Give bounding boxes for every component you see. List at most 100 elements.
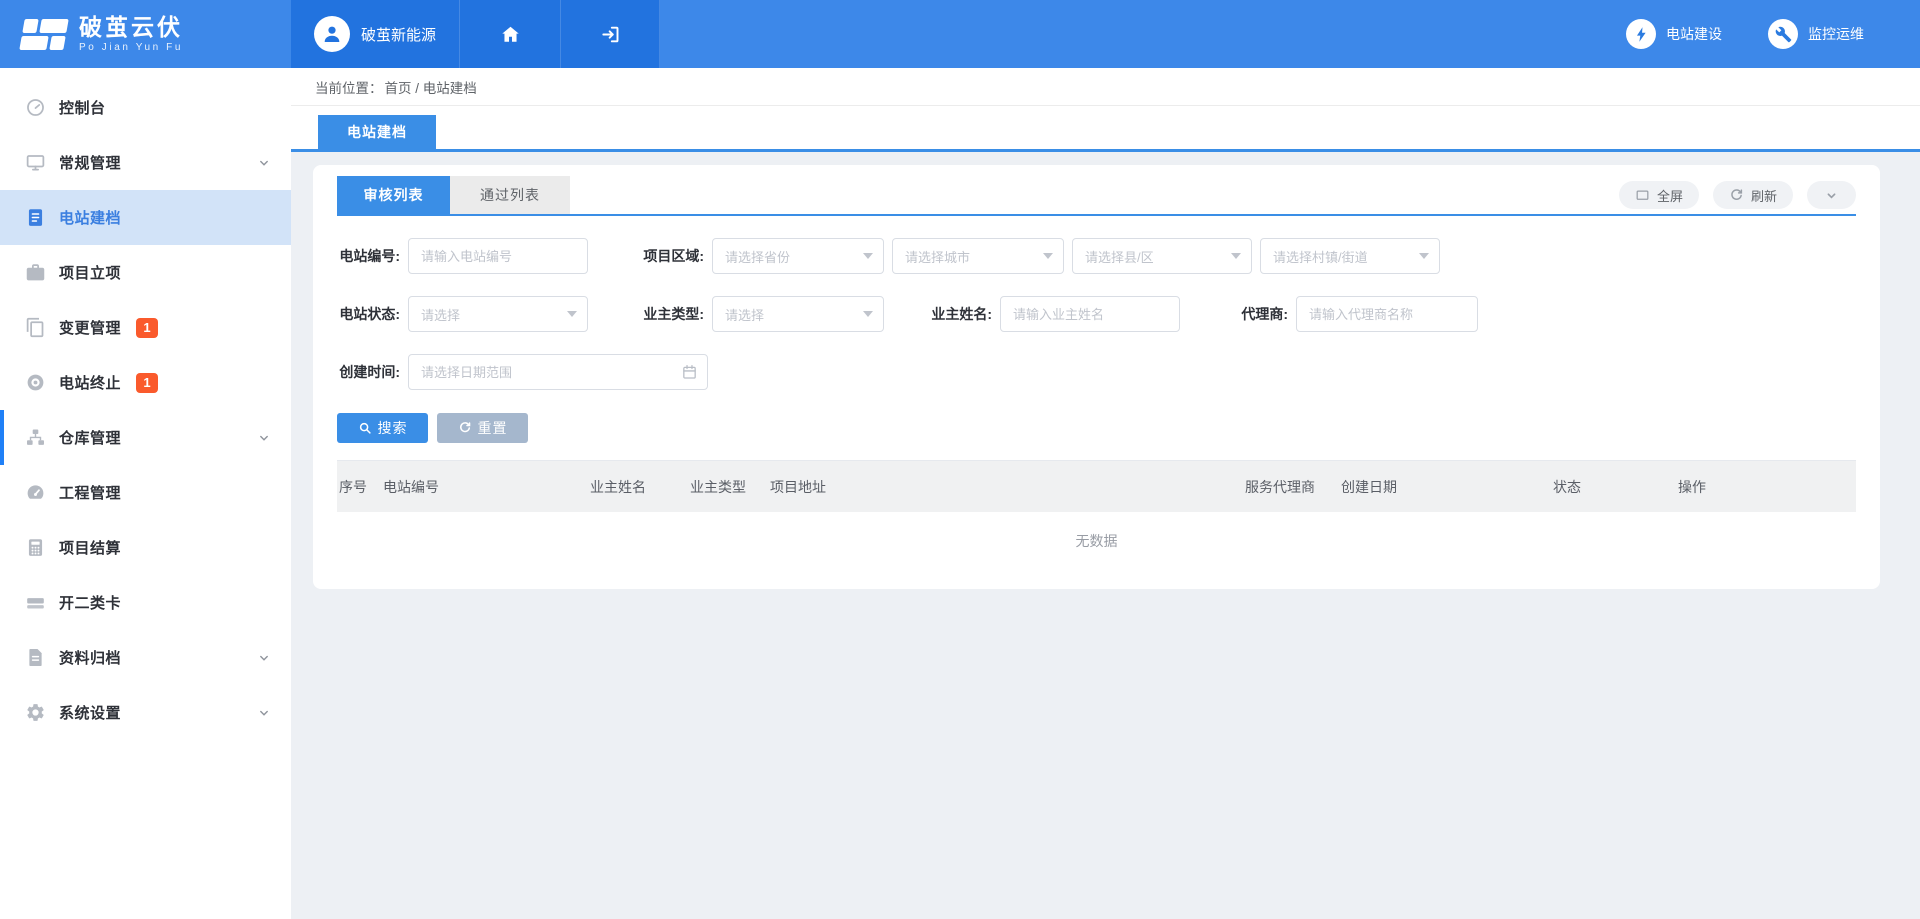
- province-select[interactable]: 请选择省份: [712, 238, 884, 274]
- fullscreen-button[interactable]: 全屏: [1619, 181, 1699, 209]
- sidebar-item-project-initiation[interactable]: 项目立项: [0, 245, 291, 300]
- agent-label: 代理商:: [1180, 304, 1288, 324]
- col-owner-type: 业主类型: [688, 477, 768, 497]
- panel-header: 审核列表 通过列表 全屏 刷新: [337, 165, 1856, 214]
- col-actions: 操作: [1676, 477, 1856, 497]
- sidebar-item-system-settings[interactable]: 系统设置: [0, 685, 291, 740]
- tab-passed-list[interactable]: 通过列表: [450, 176, 570, 214]
- station-no-input[interactable]: [408, 238, 588, 274]
- township-select[interactable]: 请选择村镇/街道: [1260, 238, 1440, 274]
- document-icon: [25, 207, 46, 228]
- main-area: 当前位置： 首页 / 电站建档 电站建档 审核列表 通过列表 全屏 刷新: [291, 68, 1920, 919]
- caret-down-icon: [1419, 253, 1429, 259]
- top-bar: 破茧云伏 Po Jian Yun Fu 破茧新能源 电站建设: [0, 0, 1920, 68]
- sidebar-item-station-termination[interactable]: 电站终止 1: [0, 355, 291, 410]
- refresh-button[interactable]: 刷新: [1713, 181, 1793, 209]
- page-tab-station-archive[interactable]: 电站建档: [318, 115, 436, 149]
- owner-name-label: 业主姓名:: [884, 304, 992, 324]
- table-header-row: 序号 电站编号 业主姓名 业主类型 项目地址 服务代理商 创建日期 状态 操作: [337, 460, 1856, 512]
- briefcase-icon: [25, 262, 46, 283]
- filter-row-1: 电站编号: 项目区域: 请选择省份 请选择城市 请选择县/区: [337, 238, 1856, 274]
- nav-station-build-label: 电站建设: [1666, 24, 1722, 44]
- create-time-label: 创建时间:: [337, 362, 400, 382]
- owner-name-input[interactable]: [1000, 296, 1180, 332]
- calculator-icon: [25, 537, 46, 558]
- station-termination-badge: 1: [136, 373, 158, 393]
- sidebar-item-open-card[interactable]: 开二类卡: [0, 575, 291, 630]
- fullscreen-icon: [1635, 188, 1650, 203]
- chevron-down-icon: [257, 431, 271, 445]
- sidebar-item-change-mgmt[interactable]: 变更管理 1: [0, 300, 291, 355]
- brand-name: 破茧云伏: [79, 15, 183, 40]
- region-label: 项目区域:: [588, 246, 704, 266]
- calendar-icon: [681, 364, 698, 381]
- avatar: [314, 16, 350, 52]
- owner-type-select[interactable]: 请选择: [712, 296, 884, 332]
- caret-down-icon: [1043, 253, 1053, 259]
- brand-logo: 破茧云伏 Po Jian Yun Fu: [0, 0, 291, 68]
- dashboard-icon: [25, 97, 46, 118]
- brand-subtitle: Po Jian Yun Fu: [79, 42, 183, 53]
- table-empty-state: 无数据: [337, 512, 1856, 569]
- panel-toolbar: 全屏 刷新: [1619, 181, 1856, 209]
- col-station-no: 电站编号: [381, 477, 588, 497]
- brand-logo-icon: [19, 19, 68, 50]
- chevron-down-icon: [257, 706, 271, 720]
- sidebar-item-station-archive[interactable]: 电站建档: [0, 190, 291, 245]
- sidebar: 控制台 常规管理 电站建档 项目立项 变更管理 1 电站终止 1: [0, 68, 291, 919]
- page-tab-bar: 电站建档: [291, 106, 1920, 149]
- nav-monitor-ops[interactable]: 监控运维: [1768, 19, 1864, 49]
- sign-in-icon: [600, 24, 621, 45]
- sidebar-item-console[interactable]: 控制台: [0, 80, 291, 135]
- agent-input[interactable]: [1296, 296, 1478, 332]
- col-create-date: 创建日期: [1339, 477, 1551, 497]
- sign-in-button[interactable]: [561, 0, 660, 68]
- tab-review-list[interactable]: 审核列表: [337, 176, 450, 214]
- gear-icon: [25, 702, 46, 723]
- chevron-down-icon: [257, 156, 271, 170]
- sidebar-item-project-settlement[interactable]: 项目结算: [0, 520, 291, 575]
- filter-row-3: 创建时间:: [337, 354, 1856, 390]
- sidebar-item-general-mgmt[interactable]: 常规管理: [0, 135, 291, 190]
- col-project-address: 项目地址: [768, 477, 1243, 497]
- file-icon: [25, 647, 46, 668]
- caret-down-icon: [863, 253, 873, 259]
- change-mgmt-badge: 1: [136, 318, 158, 338]
- collapse-button[interactable]: [1807, 181, 1856, 209]
- sidebar-item-engineering-mgmt[interactable]: 工程管理: [0, 465, 291, 520]
- filter-form: 电站编号: 项目区域: 请选择省份 请选择城市 请选择县/区: [337, 216, 1856, 443]
- refresh-icon: [1729, 188, 1744, 203]
- sidebar-item-warehouse-mgmt[interactable]: 仓库管理: [0, 410, 291, 465]
- chevron-down-icon: [1824, 188, 1839, 203]
- station-archive-panel: 审核列表 通过列表 全屏 刷新: [313, 165, 1880, 589]
- home-button[interactable]: [460, 0, 561, 68]
- date-range-input[interactable]: [408, 354, 708, 390]
- user-menu[interactable]: 破茧新能源: [291, 0, 460, 68]
- col-owner-name: 业主姓名: [588, 477, 688, 497]
- station-status-select[interactable]: 请选择: [408, 296, 588, 332]
- sidebar-item-data-archive[interactable]: 资料归档: [0, 630, 291, 685]
- stations-table: 序号 电站编号 业主姓名 业主类型 项目地址 服务代理商 创建日期 状态 操作 …: [337, 460, 1856, 569]
- caret-down-icon: [567, 311, 577, 317]
- monitor-icon: [25, 152, 46, 173]
- breadcrumb: 当前位置： 首页 / 电站建档: [291, 68, 1920, 106]
- station-status-label: 电站状态:: [337, 304, 400, 324]
- filter-actions: 搜索 重置: [337, 413, 1856, 443]
- lightning-icon: [1626, 19, 1656, 49]
- search-button[interactable]: 搜索: [337, 413, 428, 443]
- nav-station-build[interactable]: 电站建设: [1626, 19, 1722, 49]
- filter-row-2: 电站状态: 请选择 业主类型: 请选择 业主姓名: 代理商:: [337, 296, 1856, 332]
- reset-button[interactable]: 重置: [437, 413, 528, 443]
- content-area: 审核列表 通过列表 全屏 刷新: [291, 152, 1920, 589]
- search-icon: [358, 421, 372, 435]
- record-icon: [25, 372, 46, 393]
- breadcrumb-path: 首页 / 电站建档: [385, 77, 477, 97]
- wrench-icon: [1768, 19, 1798, 49]
- header-right-nav: 电站建设 监控运维: [660, 0, 1920, 68]
- nav-monitor-ops-label: 监控运维: [1808, 24, 1864, 44]
- breadcrumb-label: 当前位置：: [315, 77, 383, 97]
- city-select[interactable]: 请选择城市: [892, 238, 1064, 274]
- company-name: 破茧新能源: [361, 24, 436, 45]
- sitemap-icon: [25, 427, 46, 448]
- county-select[interactable]: 请选择县/区: [1072, 238, 1252, 274]
